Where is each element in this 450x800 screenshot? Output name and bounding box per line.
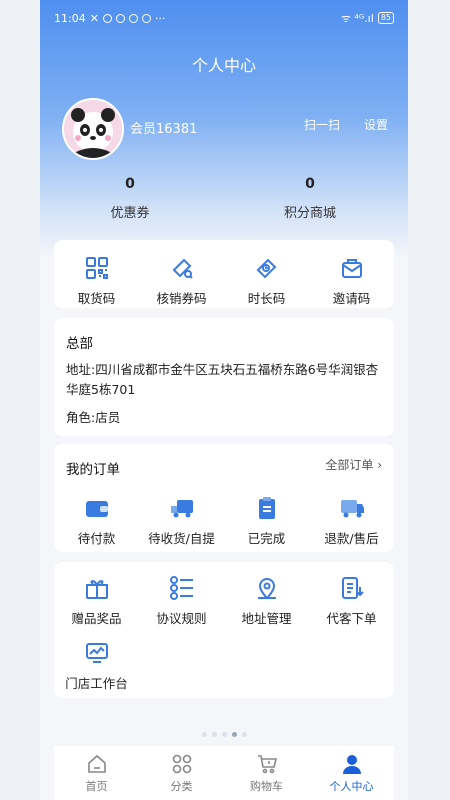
coupon-label: 优惠券 <box>110 206 150 221</box>
pickup-code-button[interactable]: 取货码 <box>54 254 139 307</box>
agreement-rules-button[interactable]: 协议规则 <box>139 574 224 627</box>
phone-screen: 11:04 ✕ ··· ᯤ ⁴ᴳ.ıl 85 个人中心 会员16381 扫一扫 … <box>40 0 408 800</box>
store-address: 地址:四川省成都市金牛区五块石五福桥东路6号华润银杏华庭5栋701 <box>66 362 379 397</box>
completed-label: 已完成 <box>247 531 286 546</box>
coupon-count: 0 <box>125 176 135 192</box>
store-workbench-label: 门店工作台 <box>65 676 128 691</box>
services-card: 赠品奖品 协议规则 地址管理 代客下单 门店工作台 <box>54 562 394 698</box>
store-card: 总部 地址:四川省成都市金牛区五块石五福桥东路6号华润银杏华庭5栋701 角色:… <box>54 318 394 436</box>
store-role: 角色:店员 <box>66 410 121 425</box>
app-notification-icon-3 <box>141 13 151 23</box>
all-orders-label: 全部订单 <box>325 458 374 472</box>
home-icon <box>87 754 106 773</box>
page-indicator <box>202 732 247 737</box>
store-workbench-button[interactable]: 门店工作台 <box>54 639 139 692</box>
order-pending-receipt[interactable]: 待收货/自提 <box>139 494 224 547</box>
status-bar: 11:04 ✕ ··· ᯤ ⁴ᴳ.ıl 85 <box>54 10 394 26</box>
order-form-icon <box>338 574 366 602</box>
points-count: 0 <box>305 176 315 192</box>
notification-icon: ✕ <box>89 11 99 25</box>
location-icon <box>253 574 281 602</box>
coupon-check-icon <box>168 254 196 282</box>
gift-prizes-label: 赠品奖品 <box>71 611 122 626</box>
panda-avatar-icon <box>71 108 115 158</box>
user-icon <box>342 754 361 774</box>
dashboard-icon <box>83 639 111 667</box>
page-title: 个人中心 <box>191 56 256 75</box>
envelope-icon <box>338 254 366 282</box>
avatar[interactable] <box>62 98 124 160</box>
duration-code-button[interactable]: 时长码 <box>224 254 309 307</box>
pickup-code-label: 取货码 <box>77 291 116 306</box>
tab-profile-label: 个人中心 <box>329 779 374 793</box>
cart-icon <box>257 754 277 773</box>
verify-coupon-label: 核销券码 <box>156 291 207 306</box>
tab-category-label: 分类 <box>170 779 193 793</box>
duration-code-label: 时长码 <box>247 291 286 306</box>
all-orders-link[interactable]: 全部订单 › <box>325 456 382 473</box>
scan-button[interactable]: 扫一扫 <box>304 116 340 133</box>
store-name: 总部 <box>66 336 93 352</box>
signal-icon: ᯤ ⁴ᴳ.ıl <box>340 11 374 25</box>
gift-icon <box>83 574 111 602</box>
proxy-order-label: 代客下单 <box>326 611 377 626</box>
grid-qr-icon <box>83 254 111 282</box>
address-management-button[interactable]: 地址管理 <box>224 574 309 627</box>
battery-icon: 85 <box>377 12 394 24</box>
status-time: 11:04 <box>54 11 86 25</box>
more-notifications: ··· <box>154 11 166 25</box>
tab-home-label: 首页 <box>85 779 108 793</box>
verify-coupon-button[interactable]: 核销券码 <box>139 254 224 307</box>
bottom-tab-bar: 首页 分类 购物车 个人中心 <box>54 746 394 800</box>
member-name: 会员16381 <box>130 122 198 137</box>
tab-home[interactable]: 首页 <box>54 746 139 800</box>
orders-card: 我的订单 全部订单 › 待付款 待收货/自提 已完成 退款/售后 <box>54 444 394 552</box>
points-mall-stat[interactable]: 0 积分商城 <box>250 176 370 221</box>
message-icon <box>115 13 125 23</box>
tab-profile[interactable]: 个人中心 <box>309 746 394 800</box>
clipboard-icon <box>253 494 281 522</box>
address-management-label: 地址管理 <box>241 611 292 626</box>
agreement-rules-label: 协议规则 <box>156 611 207 626</box>
refund-label: 退款/售后 <box>324 531 379 546</box>
truck-icon <box>168 494 196 522</box>
tab-cart-label: 购物车 <box>250 779 283 793</box>
return-truck-icon <box>338 494 366 522</box>
tab-category[interactable]: 分类 <box>139 746 224 800</box>
coupon-stat[interactable]: 0 优惠券 <box>70 176 190 221</box>
clock-ticket-icon <box>253 254 281 282</box>
app-notification-icon-2 <box>128 13 138 23</box>
tab-cart[interactable]: 购物车 <box>224 746 309 800</box>
gift-prizes-button[interactable]: 赠品奖品 <box>54 574 139 627</box>
order-pending-payment[interactable]: 待付款 <box>54 494 139 547</box>
order-completed[interactable]: 已完成 <box>224 494 309 547</box>
points-mall-label: 积分商城 <box>283 206 336 221</box>
pending-receipt-label: 待收货/自提 <box>148 531 215 546</box>
list-icon <box>168 574 196 602</box>
invite-code-button[interactable]: 邀请码 <box>309 254 394 307</box>
app-notification-icon <box>102 13 112 23</box>
wallet-icon <box>83 494 111 522</box>
settings-button[interactable]: 设置 <box>364 116 388 133</box>
chevron-right-icon: › <box>377 458 382 472</box>
codes-card: 取货码 核销券码 时长码 邀请码 <box>54 240 394 308</box>
pending-payment-label: 待付款 <box>77 531 116 546</box>
order-refund[interactable]: 退款/售后 <box>309 494 394 547</box>
invite-code-label: 邀请码 <box>332 291 371 306</box>
category-icon <box>172 754 191 773</box>
proxy-order-button[interactable]: 代客下单 <box>309 574 394 627</box>
